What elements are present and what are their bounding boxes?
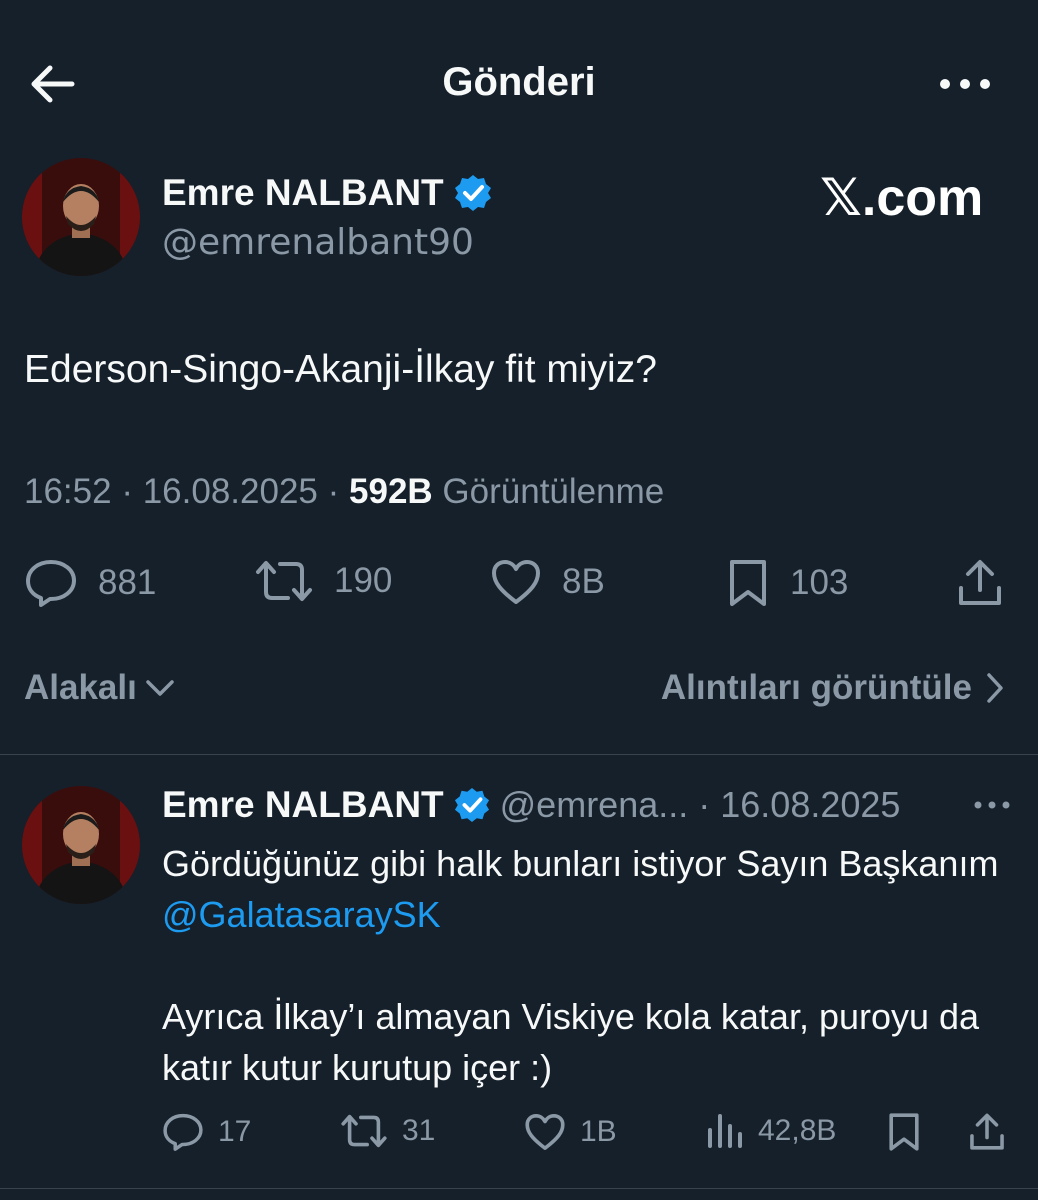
meta-separator: · — [327, 472, 340, 511]
author-row: Emre NALBANT — [162, 172, 492, 214]
verified-badge-icon — [454, 175, 491, 211]
divider — [0, 754, 1038, 755]
views-icon — [708, 1114, 742, 1148]
reply-reply-count: 17 — [218, 1115, 252, 1148]
author-handle[interactable]: @emrenalbant90 — [162, 222, 474, 263]
view-quotes-link[interactable]: Alıntıları görüntüle — [661, 668, 1004, 708]
more-icon — [974, 801, 1010, 809]
reply-views-count: 42,8B — [758, 1114, 837, 1147]
reply-text-part: Gördüğünüz gibi halk bunları istiyor Say… — [162, 843, 999, 884]
like-icon — [525, 1114, 565, 1150]
reply-retweet-button[interactable]: 31 — [340, 1112, 435, 1150]
tweet-date[interactable]: 16.08.2025 — [143, 472, 318, 511]
reply-share-button[interactable] — [968, 1112, 1006, 1152]
like-count: 8B — [562, 562, 605, 601]
share-button[interactable] — [956, 558, 1004, 608]
retweet-button[interactable]: 190 — [254, 558, 392, 604]
reply-handle[interactable]: @emrena... — [500, 784, 689, 826]
more-options-button[interactable] — [930, 62, 1000, 106]
like-button[interactable]: 8B — [490, 558, 605, 606]
reply-like-button[interactable]: 1B — [524, 1112, 617, 1152]
tweet-meta: 16:52 · 16.08.2025 · 592B Görüntülenme — [24, 472, 664, 512]
chevron-right-icon — [987, 673, 1003, 703]
verified-badge-icon — [454, 787, 489, 823]
mention-link[interactable]: @GalatasaraySK — [162, 894, 441, 935]
reply-like-count: 1B — [580, 1115, 617, 1148]
reply-views-button[interactable]: 42,8B — [706, 1112, 836, 1150]
reply-icon — [163, 1113, 203, 1151]
view-quotes-label: Alıntıları görüntüle — [660, 668, 972, 707]
sort-label: Alakalı — [24, 668, 137, 707]
reply-separator: · — [698, 784, 711, 825]
like-icon — [492, 560, 540, 604]
share-icon — [970, 1113, 1004, 1150]
page-title: Gönderi — [442, 60, 596, 104]
reply-author-name[interactable]: Emre NALBANT — [162, 784, 444, 826]
reply-retweet-count: 31 — [402, 1114, 436, 1147]
bookmark-icon — [730, 560, 766, 606]
retweet-icon — [341, 1114, 387, 1148]
reply-bookmark-button[interactable] — [886, 1112, 922, 1152]
bookmark-button[interactable]: 103 — [726, 558, 848, 608]
reply-icon — [26, 560, 76, 607]
views-count: 592B — [349, 472, 433, 511]
reply-text: Gördüğünüz gibi halk bunları istiyor Say… — [162, 838, 1022, 1093]
tweet-text: Ederson-Singo-Akanji-İlkay fit miyiz? — [24, 348, 657, 391]
avatar[interactable] — [22, 158, 140, 276]
author-name[interactable]: Emre NALBANT — [162, 172, 444, 214]
reply-button[interactable]: 881 — [24, 558, 156, 608]
share-icon — [959, 560, 1001, 605]
reply-date[interactable]: 16.08.2025 — [720, 784, 900, 826]
bookmark-count: 103 — [790, 563, 849, 602]
reply-count: 881 — [98, 563, 157, 602]
bookmark-icon — [889, 1113, 919, 1151]
watermark: 𝕏.com — [820, 169, 984, 227]
meta-separator: · — [121, 472, 133, 511]
reply-avatar[interactable] — [22, 786, 140, 904]
reply-header: Emre NALBANT @emrena... · 16.08.2025 — [162, 784, 900, 826]
more-icon — [940, 79, 990, 89]
sort-dropdown[interactable]: Alakalı — [24, 668, 175, 708]
chevron-down-icon — [146, 680, 174, 696]
retweet-count: 190 — [334, 561, 393, 600]
reply-more-button[interactable] — [966, 788, 1018, 822]
reply-text-paragraph: Ayrıca İlkay’ı almayan Viskiye kola kata… — [162, 996, 980, 1088]
views-label: Görüntülenme — [442, 472, 665, 511]
retweet-icon — [256, 561, 312, 601]
divider — [0, 1188, 1038, 1189]
tweet-time: 16:52 — [24, 472, 112, 511]
reply-reply-button[interactable]: 17 — [162, 1112, 251, 1152]
